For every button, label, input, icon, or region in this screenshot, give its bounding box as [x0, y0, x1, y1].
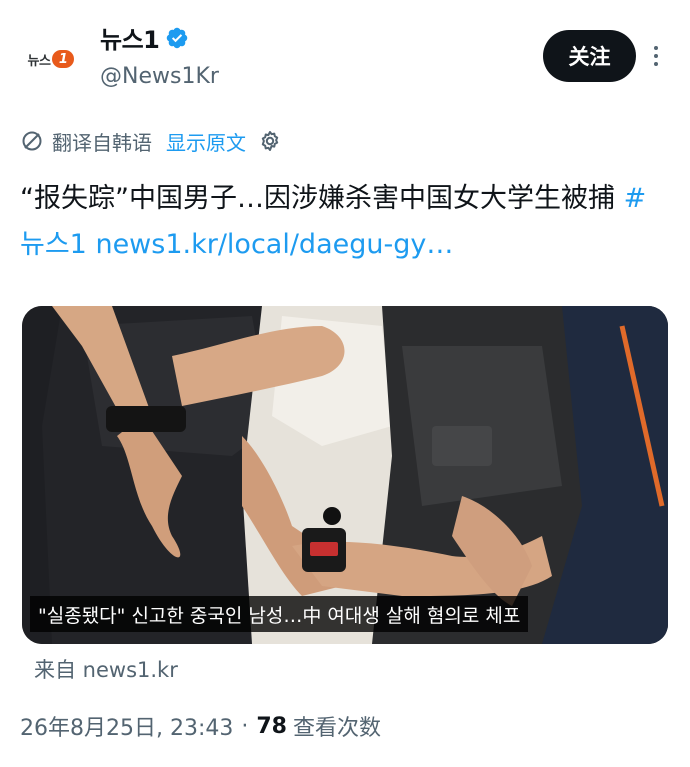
meta-separator: ·	[241, 713, 249, 739]
logo-number: 1	[52, 50, 75, 68]
media-caption: "실종됐다" 신고한 중국인 남성…中 여대생 살해 혐의로 체포	[30, 596, 529, 632]
show-original-link[interactable]: 显示原文	[166, 127, 246, 156]
tweet-timestamp[interactable]: 26年8月25日, 23:43	[20, 710, 233, 742]
account-name-row: 뉴스1	[100, 20, 189, 55]
article-link[interactable]: news1.kr/local/daegu-gy…	[95, 229, 453, 260]
photo-illustration	[22, 306, 668, 644]
more-options-icon[interactable]	[644, 40, 668, 72]
logo-text: 뉴스	[27, 53, 51, 69]
news1-logo: 뉴스 1	[28, 50, 75, 69]
account-handle[interactable]: @News1Kr	[100, 64, 219, 89]
tweet-meta: 26年8月25日, 23:43 · 78 查看次数	[20, 710, 381, 742]
translation-settings-gear-icon[interactable]	[258, 129, 282, 153]
account-avatar[interactable]: 뉴스 1	[22, 30, 80, 88]
tweet-body-text: “报失踪”中国男子…因涉嫌杀害中国女大学生被捕	[20, 183, 624, 214]
more-dot	[654, 54, 658, 58]
account-display-name[interactable]: 뉴스1	[100, 20, 160, 55]
translation-bar: 翻译自韩语 显示原文	[20, 124, 282, 158]
translate-globe-icon	[22, 131, 42, 151]
source-label[interactable]: 来自 news1.kr	[34, 654, 178, 684]
verified-badge-icon	[167, 27, 188, 48]
more-dot	[654, 46, 658, 50]
views-label: 查看次数	[293, 716, 382, 741]
views-count: 78	[256, 713, 287, 739]
tweet-text: “报失踪”中国男子…因涉嫌杀害中国女大学生被捕 #뉴스1 news1.kr/lo…	[20, 176, 670, 268]
translated-from-label: 翻译自韩语	[52, 130, 152, 155]
tweet-media-image[interactable]	[22, 306, 668, 644]
follow-button[interactable]: 关注	[543, 30, 636, 82]
more-dot	[654, 62, 658, 66]
